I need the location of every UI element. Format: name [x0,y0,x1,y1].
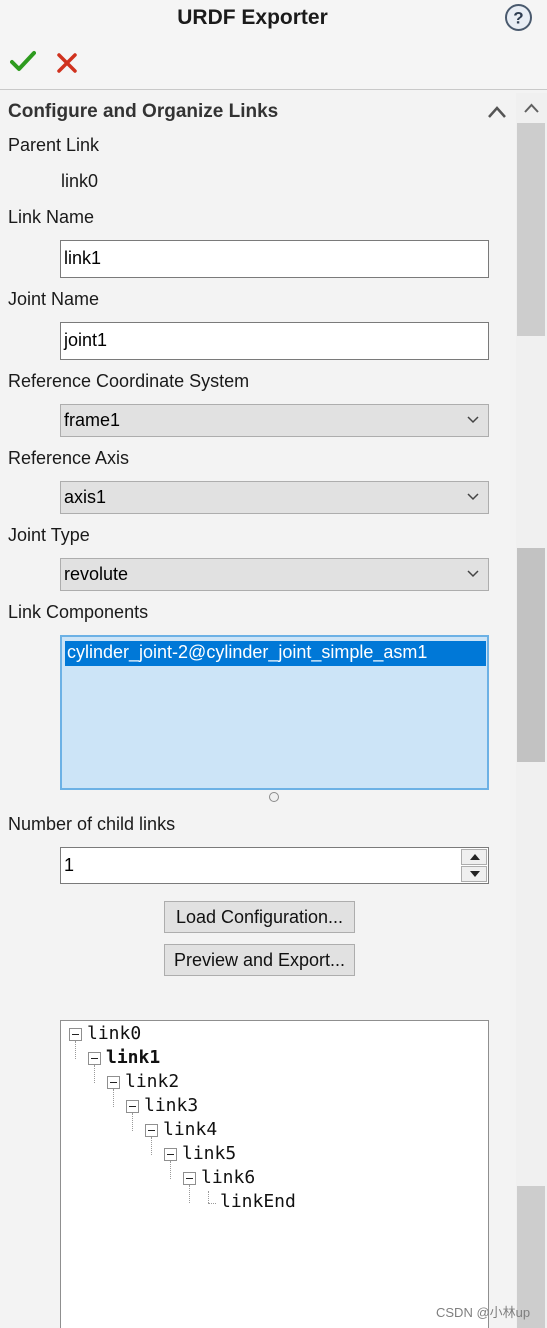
reference-axis-label: Reference Axis [8,448,130,468]
scrollbar-thumb[interactable] [517,548,545,762]
tree-node-link1[interactable]: link1 [106,1047,160,1068]
link-components-label: Link Components [8,602,149,622]
load-configuration-button[interactable]: Load Configuration... [164,901,355,933]
reference-coordinate-system-label: Reference Coordinate System [8,371,250,391]
joint-name-label: Joint Name [8,289,100,309]
cancel-x-icon[interactable] [56,52,78,74]
chevron-down-icon [467,416,479,424]
preview-and-export-button[interactable]: Preview and Export... [164,944,355,976]
parent-link-label: Parent Link [8,135,100,155]
tree-connector [189,1185,190,1203]
tree-node-link4[interactable]: link4 [163,1119,217,1140]
ok-checkmark-icon[interactable] [10,50,36,74]
tree-connector [208,1191,209,1203]
tree-collapse-toggle[interactable] [126,1100,139,1113]
child-links-value: 1 [64,855,75,875]
link-components-listbox[interactable]: cylinder_joint-2@cylinder_joint_simple_a… [60,635,489,790]
reference-coordinate-system-select[interactable]: frame1 [60,404,489,437]
link-tree-view[interactable]: link0 link1 link2 link3 link4 link5 link… [60,1020,489,1328]
joint-type-label: Joint Type [8,525,90,545]
reference-coordinate-system-value: frame1 [64,410,121,430]
tree-node-link6[interactable]: link6 [201,1167,255,1188]
joint-name-input[interactable]: joint1 [60,322,489,360]
window-title: URDF Exporter [177,6,328,29]
help-question-icon[interactable]: ? [504,3,533,32]
link-name-label: Link Name [8,207,95,227]
tree-connector [151,1137,152,1155]
property-manager-header: URDF Exporter ? [0,0,547,90]
scroll-up-arrow-icon[interactable] [516,93,547,123]
chevron-down-icon [467,493,479,501]
tree-collapse-toggle[interactable] [69,1028,82,1041]
triangle-down-icon [470,871,480,877]
list-item[interactable]: cylinder_joint-2@cylinder_joint_simple_a… [65,641,486,666]
stepper-up-button[interactable] [461,849,487,865]
stepper-down-button[interactable] [461,866,487,882]
tree-node-link5[interactable]: link5 [182,1143,236,1164]
tree-collapse-toggle[interactable] [145,1124,158,1137]
tree-node-linkend[interactable]: linkEnd [220,1191,296,1212]
listbox-resize-handle[interactable] [269,792,279,802]
reference-axis-value: axis1 [64,487,107,507]
child-links-label: Number of child links [8,814,176,834]
tree-connector [94,1065,95,1083]
joint-type-value: revolute [64,564,129,584]
tree-collapse-toggle[interactable] [183,1172,196,1185]
tree-collapse-toggle[interactable] [107,1076,120,1089]
child-links-stepper[interactable]: 1 [60,847,489,884]
tree-node-link0[interactable]: link0 [87,1023,141,1044]
tree-collapse-toggle[interactable] [164,1148,177,1161]
joint-type-select[interactable]: revolute [60,558,489,591]
link-name-input[interactable]: link1 [60,240,489,278]
section-title: Configure and Organize Links [8,101,279,122]
chevron-down-icon [467,570,479,578]
vertical-scrollbar[interactable] [516,93,547,1328]
chevron-up-icon[interactable] [486,104,508,120]
tree-collapse-toggle[interactable] [88,1052,101,1065]
parent-link-value: link0 [61,171,99,191]
tree-node-link2[interactable]: link2 [125,1071,179,1092]
svg-text:?: ? [513,9,523,28]
reference-axis-select[interactable]: axis1 [60,481,489,514]
tree-connector [132,1113,133,1131]
scrollbar-track-segment[interactable] [517,123,545,336]
watermark: CSDN @小林up [436,1305,531,1320]
tree-connector [113,1089,114,1107]
tree-connector [75,1041,76,1059]
tree-connector [208,1203,216,1204]
triangle-up-icon [470,854,480,860]
tree-node-link3[interactable]: link3 [144,1095,198,1116]
tree-connector [170,1161,171,1179]
